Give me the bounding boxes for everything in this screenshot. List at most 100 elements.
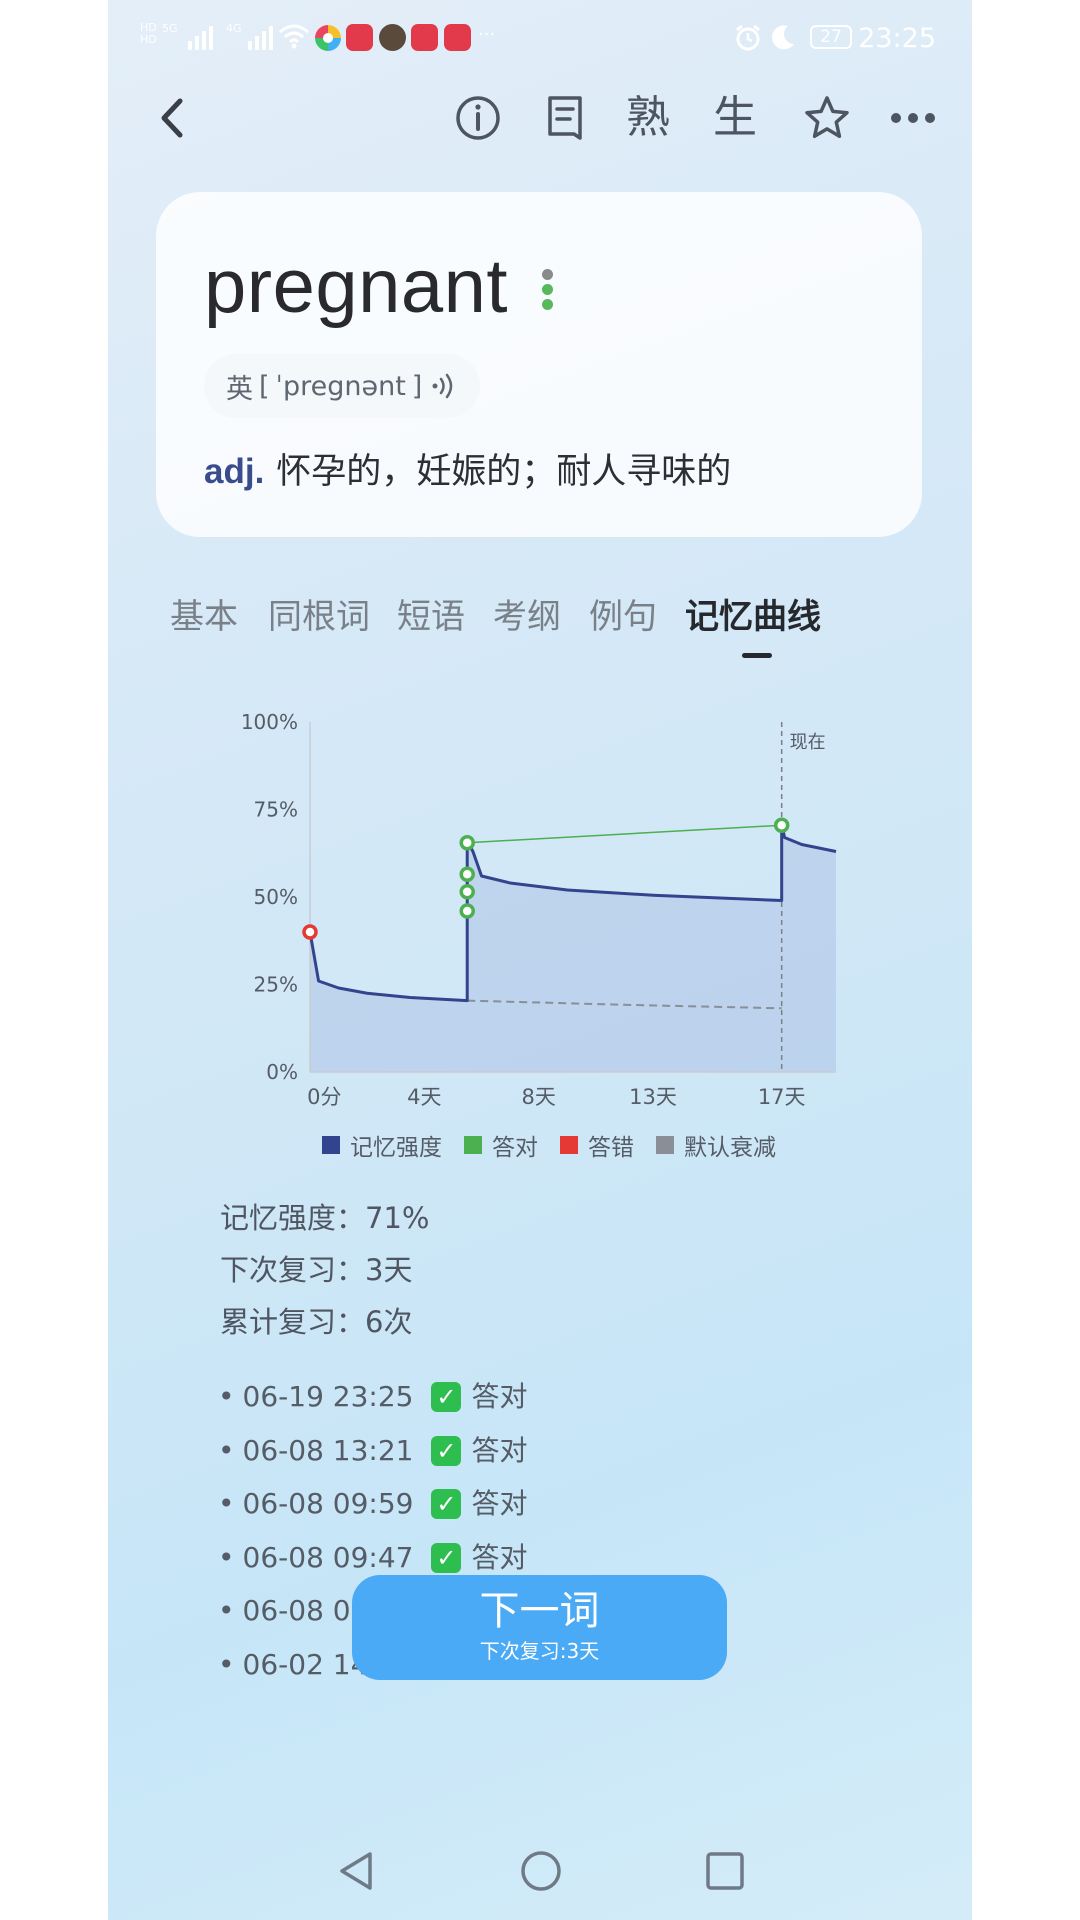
correct-connector-line <box>467 824 782 844</box>
y-tick-label: 100% <box>241 710 298 734</box>
legend-item: 默认衰减 <box>656 1128 776 1162</box>
chevron-left-icon[interactable] <box>150 93 200 143</box>
check-icon: ✓ <box>431 1382 462 1412</box>
review-log-item: • 06-08 09:59 ✓ 答对 <box>218 1484 527 1524</box>
check-icon: ✓ <box>431 1489 462 1519</box>
legend-item: 记忆强度 <box>322 1128 442 1162</box>
red-app-icon <box>444 24 471 51</box>
log-bullet: • <box>218 1648 235 1681</box>
y-tick-label: 25% <box>254 973 298 997</box>
now-label: 现在 <box>790 732 826 753</box>
memory-curve-chart: 0% 25% 50% 75% 100% 0分 4天 8天 13天 17天 现在 <box>241 710 837 1109</box>
signal-icon <box>248 24 273 50</box>
log-result: 答对 <box>471 1380 528 1413</box>
network-5g-label: 5G <box>162 22 178 35</box>
definition-text: 怀孕的，妊娠的；耐人寻味的 <box>276 452 732 492</box>
status-bar: HD HD 5G 4G ··· 27 23:25 <box>108 0 972 78</box>
definition: adj. 怀孕的，妊娠的；耐人寻味的 <box>204 447 731 497</box>
log-bullet: • <box>218 1380 235 1413</box>
review-log-item: • 06-08 13:21 ✓ 答对 <box>218 1431 527 1471</box>
next-word-button[interactable]: 下一词 下次复习:3天 <box>352 1575 727 1680</box>
legend-swatch <box>322 1136 340 1154</box>
legend-label: 答错 <box>588 1135 634 1161</box>
correct-point <box>459 835 475 851</box>
chart-legend: 记忆强度 答对 答错 默认衰减 <box>322 1128 798 1162</box>
correct-point <box>459 884 475 900</box>
legend-label: 记忆强度 <box>350 1135 442 1161</box>
tab-phrases[interactable]: 短语 <box>397 590 465 644</box>
wifi-icon <box>279 24 309 49</box>
phonetic-close-bracket: ] <box>411 370 423 402</box>
mark-new-button[interactable]: 生 <box>713 89 757 147</box>
legend-item: 答对 <box>464 1128 538 1162</box>
recents-square-icon[interactable] <box>702 1848 748 1894</box>
signal-icon <box>188 24 213 50</box>
mark-familiar-button[interactable]: 熟 <box>626 89 670 147</box>
wrong-point <box>302 924 318 940</box>
memory-strength: 记忆强度：71% <box>220 1201 430 1235</box>
log-time: 06-19 23:25 <box>242 1380 414 1413</box>
x-tick-label: 4天 <box>407 1085 441 1109</box>
home-circle-icon[interactable] <box>518 1848 564 1894</box>
review-log-item: • 06-19 23:25 ✓ 答对 <box>218 1377 527 1417</box>
status-time: 23:25 <box>858 23 936 54</box>
next-review-sublabel: 下次复习:3天 <box>479 1639 600 1663</box>
x-tick-label: 8天 <box>522 1085 556 1109</box>
moon-icon <box>772 25 794 50</box>
sim-indicator: HD HD <box>140 21 157 46</box>
log-result: 答对 <box>471 1487 528 1520</box>
info-icon[interactable] <box>453 93 503 143</box>
network-4g-label: 4G <box>226 22 242 35</box>
log-result: 答对 <box>471 1541 528 1574</box>
log-bullet: • <box>218 1487 235 1520</box>
total-reviews: 累计复习：6次 <box>220 1305 413 1339</box>
speaker-icon[interactable] <box>428 371 458 401</box>
level-dot <box>542 284 553 295</box>
legend-swatch <box>464 1136 482 1154</box>
back-triangle-icon[interactable] <box>334 1848 380 1894</box>
log-time: 06-08 09:59 <box>242 1487 414 1520</box>
log-bullet: • <box>218 1434 235 1467</box>
next-word-label: 下一词 <box>479 1588 600 1634</box>
log-time: 06-08 13:21 <box>242 1434 414 1467</box>
more-notifications-icon: ··· <box>478 24 496 45</box>
level-dot <box>542 269 553 280</box>
correct-point <box>459 866 475 882</box>
legend-label: 答对 <box>492 1135 538 1161</box>
notebook-icon[interactable] <box>540 93 590 143</box>
y-tick-label: 0% <box>266 1060 298 1084</box>
red-app-icon <box>346 24 373 51</box>
curve-area <box>310 823 836 1072</box>
review-log-item: • 06-08 09:47 ✓ 答对 <box>218 1538 527 1578</box>
battery-icon: 27 <box>810 25 852 49</box>
log-bullet: • <box>218 1594 235 1627</box>
y-tick-label: 50% <box>254 885 298 909</box>
tab-indicator <box>742 653 772 658</box>
pronunciation-button[interactable]: 英 [ ˈpregnənt ] <box>204 354 481 418</box>
tab-basic[interactable]: 基本 <box>170 590 238 644</box>
legend-label: 默认衰减 <box>684 1135 776 1161</box>
phone-screen: HD HD 5G 4G ··· 27 23:25 熟 生 pregnant 英 … <box>108 0 972 1920</box>
avatar-app-icon <box>379 24 406 51</box>
y-tick-label: 75% <box>254 798 298 822</box>
word-card: pregnant 英 [ ˈpregnənt ] adj. 怀孕的，妊娠的；耐人寻… <box>156 192 922 537</box>
legend-item: 答错 <box>560 1128 634 1162</box>
x-tick-label: 13天 <box>629 1085 677 1109</box>
alarm-icon <box>736 24 760 51</box>
tab-memory-curve[interactable]: 记忆曲线 <box>685 590 821 644</box>
level-dot <box>542 299 553 310</box>
correct-point <box>459 903 475 919</box>
check-icon: ✓ <box>431 1543 462 1573</box>
headword: pregnant <box>204 244 509 329</box>
tab-examples[interactable]: 例句 <box>589 590 657 644</box>
legend-swatch <box>656 1136 674 1154</box>
correct-point <box>773 817 790 833</box>
star-outline-icon[interactable] <box>802 93 852 143</box>
phonetic-region: 英 <box>226 373 253 405</box>
tab-syllabus[interactable]: 考纲 <box>493 590 561 644</box>
tab-cognates[interactable]: 同根词 <box>268 590 370 644</box>
log-bullet: • <box>218 1541 235 1574</box>
phonetic-open-bracket: [ <box>259 370 270 402</box>
more-icon[interactable] <box>888 93 938 143</box>
browser-app-icon <box>315 25 341 51</box>
